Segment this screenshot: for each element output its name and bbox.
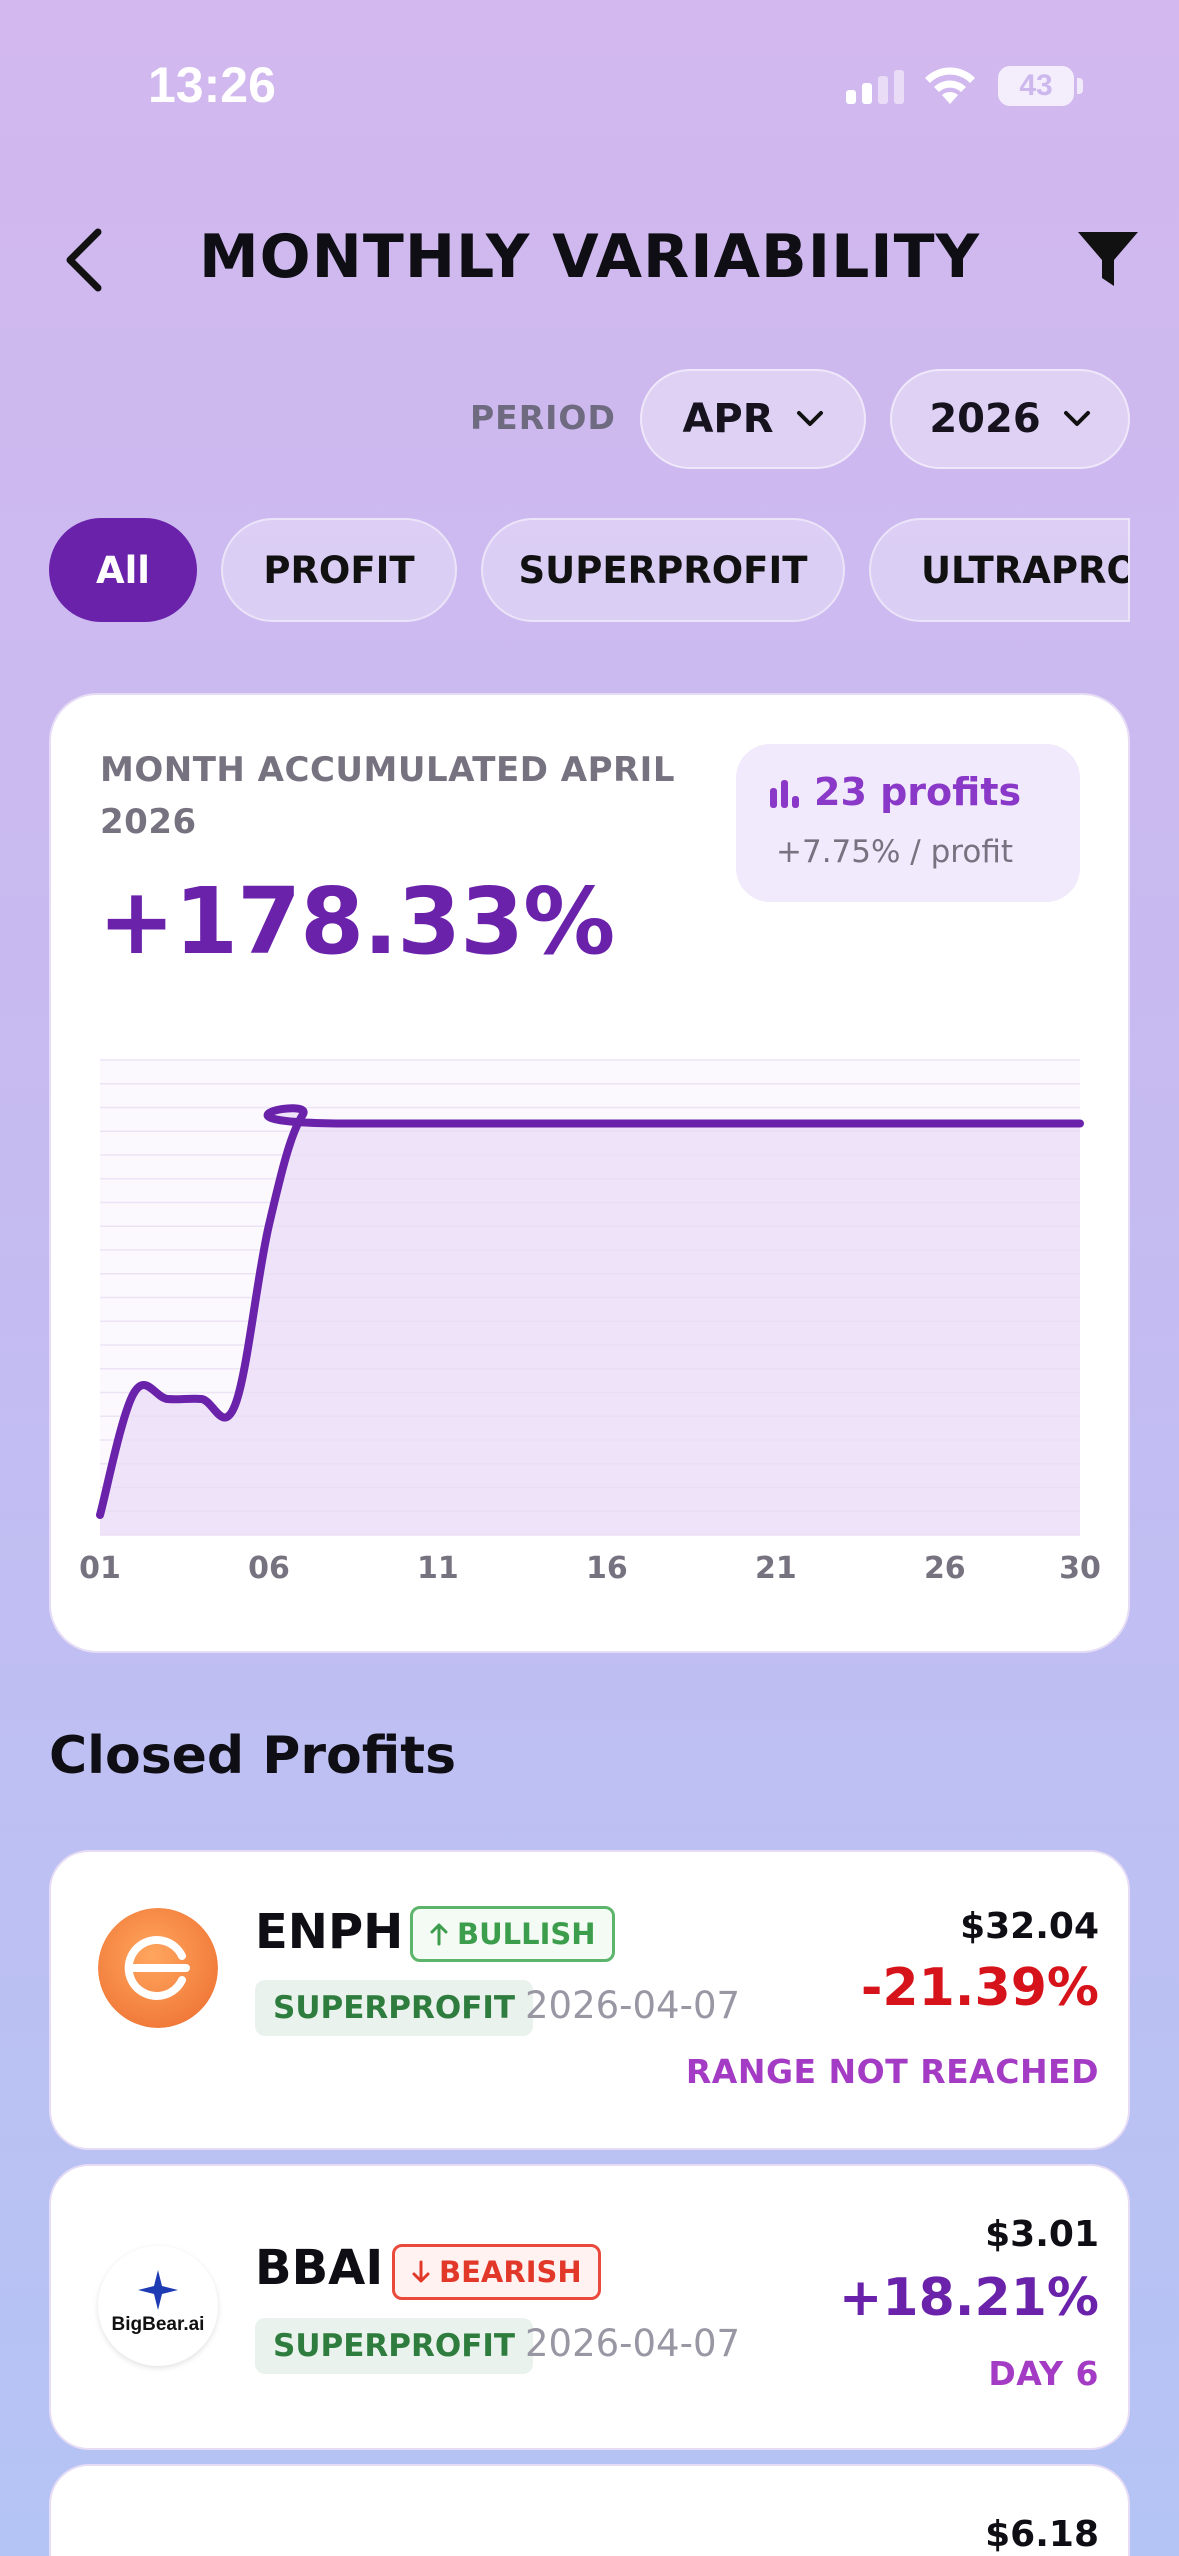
profits-average: +7.75% / profit <box>776 834 1013 870</box>
profits-count-text: 23 profits <box>814 770 1022 814</box>
month-value: APR <box>682 396 774 442</box>
month-select[interactable]: APR <box>640 369 866 469</box>
bar-chart-icon <box>770 780 799 808</box>
tier-badge: SUPERPROFIT <box>255 2318 534 2374</box>
enph-logo-icon <box>98 1908 218 2028</box>
profit-note: DAY 6 <box>988 2354 1099 2393</box>
direction-badge: BULLISH <box>410 1906 615 1962</box>
section-title: Closed Profits <box>49 1726 457 1786</box>
battery-icon: 43 <box>998 66 1074 106</box>
profit-change: -21.39% <box>860 1958 1099 2018</box>
chevron-down-icon <box>796 411 823 426</box>
filter-chip-profit[interactable]: PROFIT <box>221 518 457 622</box>
arrow-up-icon <box>430 1923 448 1946</box>
profit-date: 2026-04-07 <box>525 1984 741 2027</box>
cellular-signal-icon <box>846 70 904 104</box>
battery-nub <box>1077 78 1083 94</box>
x-tick-label: 06 <box>248 1551 290 1586</box>
x-tick-label: 01 <box>80 1551 121 1586</box>
filter-icon[interactable] <box>1076 228 1140 290</box>
direction-label: BEARISH <box>439 2255 582 2289</box>
year-select[interactable]: 2026 <box>890 369 1130 469</box>
profit-price: $3.01 <box>985 2214 1099 2255</box>
profit-price: $6.18 <box>985 2514 1099 2555</box>
profit-note: RANGE NOT REACHED <box>685 2052 1099 2091</box>
bbai-logo: BigBear.ai <box>98 2246 218 2366</box>
list-item[interactable] <box>49 2464 1130 2556</box>
ticker: BBAI <box>255 2240 384 2296</box>
status-time: 13:26 <box>148 57 276 113</box>
wifi-icon <box>925 67 975 104</box>
page-title: MONTHLY VARIABILITY <box>198 222 981 292</box>
bbai-logo-text: BigBear.ai <box>111 2314 205 2335</box>
summary-value: +178.33% <box>98 868 615 975</box>
profits-badge <box>736 744 1080 902</box>
profits-count: 23 profits <box>770 770 1021 814</box>
profit-change: +18.21% <box>838 2268 1099 2328</box>
ticker: ENPH <box>255 1904 404 1960</box>
x-tick-label: 21 <box>755 1551 797 1586</box>
period-label: PERIOD <box>470 398 616 437</box>
accumulated-chart: 01 06 11 16 21 26 30 <box>80 1059 1100 1586</box>
profit-date: 2026-04-07 <box>525 2322 741 2365</box>
direction-badge: BEARISH <box>392 2244 601 2300</box>
summary-label: MONTH ACCUMULATED APRIL 2026 <box>100 750 675 842</box>
x-tick-label: 30 <box>1059 1551 1100 1586</box>
profit-price: $32.04 <box>960 1906 1099 1947</box>
star-logo-icon <box>138 2270 178 2310</box>
chevron-down-icon <box>1063 411 1090 426</box>
filter-chip-superprofit[interactable]: SUPERPROFIT <box>481 518 845 622</box>
x-tick-label: 26 <box>924 1551 966 1586</box>
filter-chip-all[interactable]: All <box>49 518 197 622</box>
x-tick-label: 16 <box>586 1551 628 1586</box>
direction-label: BULLISH <box>457 1917 596 1951</box>
x-tick-label: 11 <box>417 1551 459 1586</box>
arrow-down-icon <box>412 2260 430 2283</box>
year-value: 2026 <box>929 396 1041 442</box>
filter-chip-ultraprofit[interactable]: ULTRAPROFIT <box>869 518 1130 622</box>
tier-badge: SUPERPROFIT <box>255 1980 534 2036</box>
